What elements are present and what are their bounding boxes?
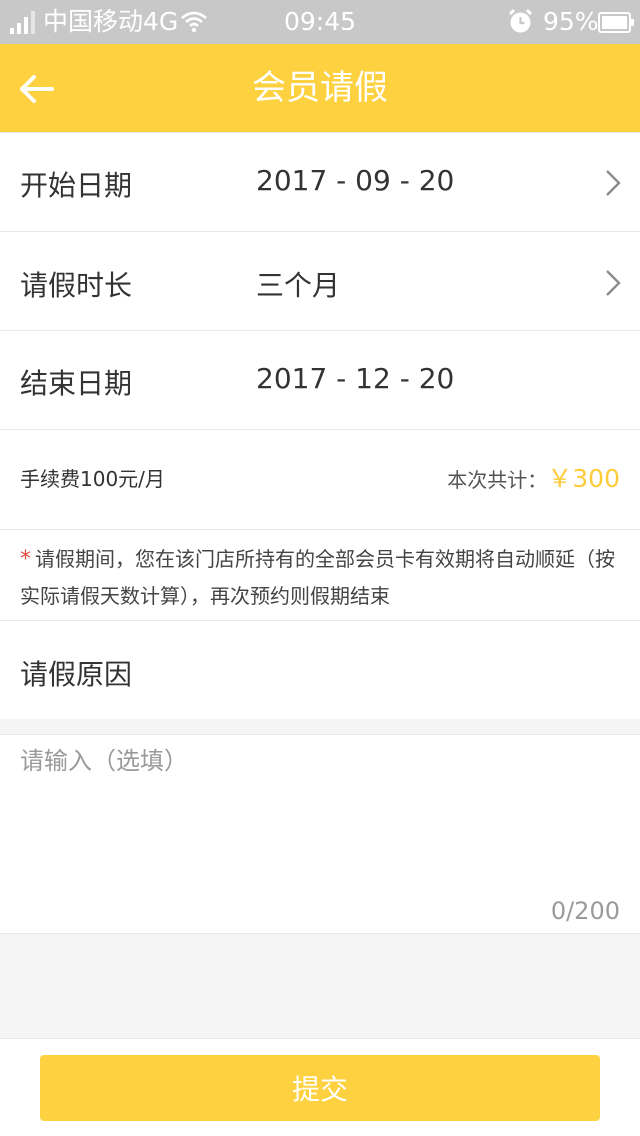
battery-icon bbox=[598, 12, 634, 33]
notice-text: 请假期间，您在该门店所持有的全部会员卡有效期将自动顺延（按实际请假天数计算），再… bbox=[20, 547, 615, 608]
fee-label: 手续费100元/月 bbox=[20, 467, 165, 491]
required-star: * bbox=[20, 547, 31, 572]
start-date-row[interactable]: 开始日期 2017 - 09 - 20 bbox=[0, 132, 640, 231]
chevron-right-icon bbox=[606, 170, 621, 196]
total-amount: 本次共计：￥300 bbox=[447, 430, 620, 529]
end-date-row: 结束日期 2017 - 12 - 20 bbox=[0, 330, 640, 429]
duration-value: 三个月 bbox=[256, 269, 341, 302]
fee-row: 手续费100元/月 本次共计：￥300 bbox=[0, 429, 640, 529]
chevron-right-icon bbox=[606, 270, 621, 296]
submit-button[interactable]: 提交 bbox=[40, 1055, 600, 1121]
nav-header: 会员请假 bbox=[0, 44, 640, 132]
start-date-value: 2017 - 09 - 20 bbox=[256, 164, 455, 197]
total-value: ￥300 bbox=[547, 464, 620, 493]
reason-input[interactable] bbox=[20, 743, 620, 893]
duration-row[interactable]: 请假时长 三个月 bbox=[0, 231, 640, 330]
bottom-bar: 提交 bbox=[0, 1038, 640, 1136]
start-date-label: 开始日期 bbox=[20, 169, 133, 202]
battery-percent: 95% bbox=[543, 7, 599, 36]
alarm-icon bbox=[508, 8, 533, 33]
leave-notice: * 请假期间，您在该门店所持有的全部会员卡有效期将自动顺延（按实际请假天数计算），… bbox=[0, 529, 640, 620]
duration-label: 请假时长 bbox=[20, 269, 133, 302]
screen: 中国移动4G 09:45 95% 会员请假 开始日期 2017 - 09 - 2… bbox=[0, 0, 640, 1136]
char-counter: 0/200 bbox=[550, 897, 620, 925]
end-date-label: 结束日期 bbox=[20, 367, 133, 400]
end-date-value: 2017 - 12 - 20 bbox=[256, 362, 455, 395]
reason-title: 请假原因 bbox=[20, 658, 133, 691]
page-title: 会员请假 bbox=[252, 68, 388, 108]
reason-title-row: 请假原因 bbox=[0, 620, 640, 719]
status-bar: 中国移动4G 09:45 95% bbox=[0, 0, 640, 44]
total-label: 本次共计： bbox=[447, 468, 548, 492]
reason-textarea-box: 0/200 bbox=[0, 734, 640, 934]
